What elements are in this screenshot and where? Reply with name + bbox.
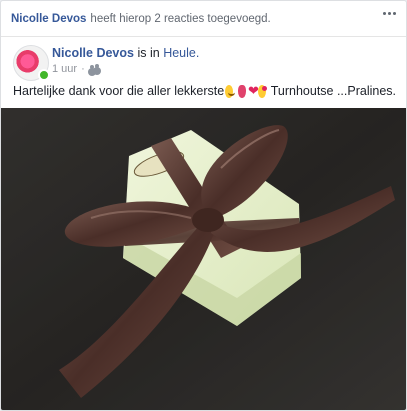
post-meta: 1 uur ·	[52, 63, 101, 75]
post-text-part2: Turnhoutse ...Pralines.	[270, 84, 397, 98]
meta-separator: ·	[81, 63, 85, 75]
post-timestamp[interactable]: 1 uur	[52, 63, 77, 75]
kiss-emoji-icon	[257, 84, 267, 98]
post-text-part1: Hartelijke dank voor die aller lekkerste	[13, 84, 225, 98]
activity-text: heeft hierop 2 reacties toegevoegd.	[90, 12, 271, 25]
gift-box-photo	[1, 108, 406, 410]
activity-notice: Nicolle Devos heeft hierop 2 reacties to…	[1, 1, 406, 37]
online-status-indicator	[38, 69, 50, 81]
post-text: Hartelijke dank voor die aller lekkerste…	[13, 83, 397, 99]
post-photo[interactable]	[1, 108, 406, 410]
post-author-line: Nicolle Devos is in Heule.	[52, 46, 199, 60]
location-link[interactable]: Heule.	[163, 46, 199, 60]
author-name-link[interactable]: Nicolle Devos	[52, 46, 134, 60]
post-card: Nicolle Devos heeft hierop 2 reacties to…	[0, 0, 407, 411]
friends-icon[interactable]	[89, 64, 101, 74]
heart-emoji-icon	[248, 83, 259, 99]
smile-emoji-icon	[225, 84, 236, 98]
rose-emoji-icon	[238, 84, 246, 98]
more-options-icon[interactable]	[383, 12, 396, 15]
is-in-text: is in	[137, 46, 160, 60]
activity-actor-link[interactable]: Nicolle Devos	[11, 13, 86, 25]
